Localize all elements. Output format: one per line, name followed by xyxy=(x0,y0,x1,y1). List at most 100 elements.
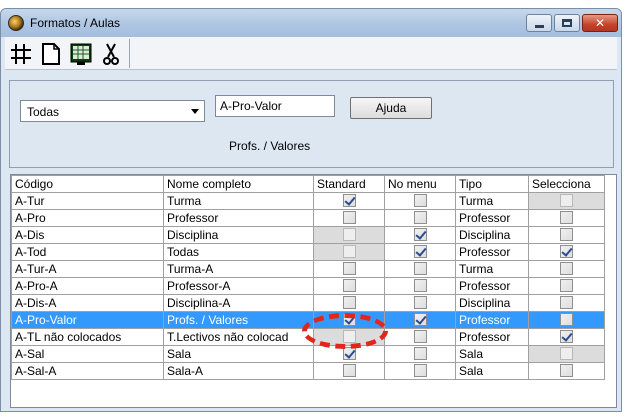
selecciona-checkbox[interactable] xyxy=(560,244,573,258)
column-header-no-menu[interactable]: No menu xyxy=(384,175,456,193)
title-bar[interactable]: Formatos / Aulas ✕ xyxy=(1,9,621,37)
cell-nome-completo[interactable]: Profs. / Valores xyxy=(163,311,314,329)
column-header-selecciona[interactable]: Selecciona xyxy=(528,175,605,193)
cell-nome-completo[interactable]: Sala-A xyxy=(163,362,314,380)
cell-nome-completo[interactable]: Turma xyxy=(163,192,314,210)
no-menu-checkbox[interactable] xyxy=(413,261,427,275)
no-menu-checkbox[interactable] xyxy=(413,312,427,326)
no-menu-cell xyxy=(384,311,456,329)
cell-nome-completo[interactable]: Professor-A xyxy=(163,277,314,295)
filter-combo[interactable]: Todas xyxy=(20,100,205,122)
table-row[interactable]: A-Tod Todas Professor xyxy=(11,243,605,261)
new-document-button[interactable] xyxy=(37,40,65,68)
cell-nome-completo[interactable]: Professor xyxy=(163,209,314,227)
no-menu-checkbox[interactable] xyxy=(413,193,427,207)
no-menu-checkbox[interactable] xyxy=(413,346,427,360)
no-menu-checkbox[interactable] xyxy=(413,227,427,241)
selecciona-cell xyxy=(528,345,605,363)
cell-codigo[interactable]: A-Sal-A xyxy=(11,362,164,380)
selecciona-checkbox[interactable] xyxy=(560,210,573,224)
cell-codigo[interactable]: A-Pro-A xyxy=(11,277,164,295)
no-menu-checkbox[interactable] xyxy=(413,210,427,224)
cell-codigo[interactable]: A-Pro-Valor xyxy=(11,311,164,329)
no-menu-checkbox[interactable] xyxy=(413,244,427,258)
standard-checkbox[interactable] xyxy=(342,261,356,275)
cell-codigo[interactable]: A-Pro xyxy=(11,209,164,227)
column-header-tipo[interactable]: Tipo xyxy=(455,175,529,193)
standard-checkbox[interactable] xyxy=(342,295,356,309)
cut-button[interactable] xyxy=(97,40,125,68)
cell-nome-completo[interactable]: Disciplina xyxy=(163,226,314,244)
cell-nome-completo[interactable]: Turma-A xyxy=(163,260,314,278)
selecciona-checkbox[interactable] xyxy=(560,295,573,309)
cell-tipo[interactable]: Professor xyxy=(455,328,529,346)
cell-codigo[interactable]: A-Dis xyxy=(11,226,164,244)
selecciona-checkbox[interactable] xyxy=(560,312,573,326)
column-header-nome[interactable]: Nome completo xyxy=(163,175,314,193)
cell-tipo[interactable]: Turma xyxy=(455,192,529,210)
code-input[interactable] xyxy=(215,95,335,117)
cell-codigo[interactable]: A-Tod xyxy=(11,243,164,261)
table-row[interactable]: A-Dis-A Disciplina-A Disciplina xyxy=(11,294,605,312)
table-row[interactable]: A-Tur-A Turma-A Turma xyxy=(11,260,605,278)
table-row[interactable]: A-Pro-A Professor-A Professor xyxy=(11,277,605,295)
cell-tipo[interactable]: Disciplina xyxy=(455,294,529,312)
selecciona-cell xyxy=(528,192,605,210)
selecciona-cell xyxy=(528,209,605,227)
close-button[interactable]: ✕ xyxy=(582,14,618,32)
help-button[interactable]: Ajuda xyxy=(350,97,432,119)
column-header-codigo[interactable]: Código xyxy=(11,175,164,193)
standard-checkbox[interactable] xyxy=(342,346,356,360)
standard-checkbox xyxy=(342,244,356,258)
standard-checkbox xyxy=(342,227,356,241)
table-row[interactable]: A-Sal-A Sala-A Sala xyxy=(11,362,605,380)
selecciona-checkbox[interactable] xyxy=(560,261,573,275)
no-menu-checkbox[interactable] xyxy=(413,295,427,309)
selecciona-cell xyxy=(528,311,605,329)
formats-grid[interactable]: Código Nome completo Standard No menu Ti… xyxy=(10,174,617,408)
column-header-standard[interactable]: Standard xyxy=(313,175,385,193)
table-row[interactable]: A-Pro Professor Professor xyxy=(11,209,605,227)
cell-nome-completo[interactable]: T.Lectivos não colocad xyxy=(163,328,314,346)
no-menu-checkbox[interactable] xyxy=(413,329,427,343)
grid-button[interactable] xyxy=(7,40,35,68)
table-row[interactable]: A-TL não colocados T.Lectivos não colocad… xyxy=(11,328,605,346)
table-row[interactable]: A-Sal Sala Sala xyxy=(11,345,605,363)
cell-tipo[interactable]: Disciplina xyxy=(455,226,529,244)
cell-tipo[interactable]: Sala xyxy=(455,362,529,380)
standard-checkbox[interactable] xyxy=(342,278,356,292)
standard-checkbox[interactable] xyxy=(342,193,356,207)
cell-tipo[interactable]: Professor xyxy=(455,209,529,227)
cell-tipo[interactable]: Sala xyxy=(455,345,529,363)
selecciona-checkbox[interactable] xyxy=(560,363,573,377)
cell-codigo[interactable]: A-Sal xyxy=(11,345,164,363)
cell-nome-completo[interactable]: Todas xyxy=(163,243,314,261)
cell-codigo[interactable]: A-Dis-A xyxy=(11,294,164,312)
cell-codigo[interactable]: A-Tur xyxy=(11,192,164,210)
no-menu-checkbox[interactable] xyxy=(413,278,427,292)
cell-tipo[interactable]: Professor xyxy=(455,277,529,295)
spreadsheet-button[interactable] xyxy=(67,40,95,68)
cell-tipo[interactable]: Professor xyxy=(455,243,529,261)
table-row[interactable]: A-Pro-Valor Profs. / Valores Professor xyxy=(11,311,605,329)
selecciona-cell xyxy=(528,260,605,278)
standard-checkbox[interactable] xyxy=(342,312,356,326)
cell-codigo[interactable]: A-Tur-A xyxy=(11,260,164,278)
minimize-button[interactable] xyxy=(526,14,552,32)
standard-cell xyxy=(313,328,385,346)
grid-icon xyxy=(11,44,31,64)
cell-tipo[interactable]: Turma xyxy=(455,260,529,278)
standard-checkbox[interactable] xyxy=(342,210,356,224)
no-menu-checkbox[interactable] xyxy=(413,363,427,377)
cell-codigo[interactable]: A-TL não colocados xyxy=(11,328,164,346)
cell-nome-completo[interactable]: Disciplina-A xyxy=(163,294,314,312)
selecciona-checkbox[interactable] xyxy=(560,329,573,343)
table-row[interactable]: A-Tur Turma Turma xyxy=(11,192,605,210)
selecciona-checkbox[interactable] xyxy=(560,278,573,292)
cell-nome-completo[interactable]: Sala xyxy=(163,345,314,363)
maximize-button[interactable] xyxy=(554,14,580,32)
table-row[interactable]: A-Dis Disciplina Disciplina xyxy=(11,226,605,244)
standard-checkbox[interactable] xyxy=(342,363,356,377)
cell-tipo[interactable]: Professor xyxy=(455,311,529,329)
selecciona-checkbox[interactable] xyxy=(560,227,573,241)
